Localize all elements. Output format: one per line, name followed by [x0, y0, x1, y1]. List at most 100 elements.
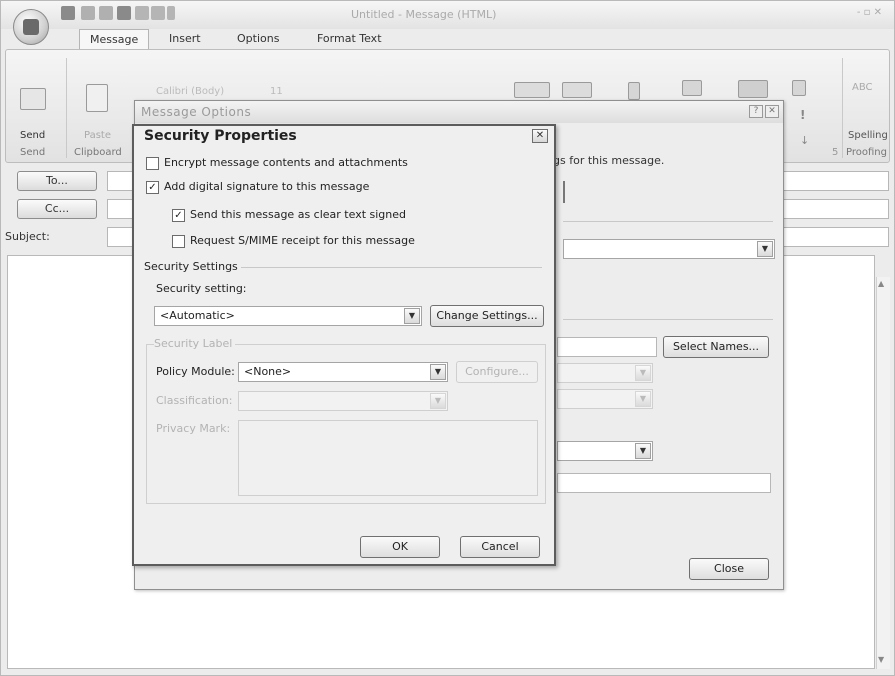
smime-receipt-checkbox-row[interactable]: Request S/MIME receipt for this message — [172, 234, 542, 250]
spelling-abc-icon[interactable]: ABC — [852, 82, 873, 93]
qat-customize-icon[interactable] — [167, 6, 175, 20]
clear-text-label: Send this message as clear text signed — [190, 208, 406, 221]
encrypt-label: Encrypt message contents and attachments — [164, 156, 408, 169]
group-proofing-label: Proofing — [846, 147, 887, 158]
encrypt-checkbox-row[interactable]: Encrypt message contents and attachments — [146, 156, 546, 172]
save-sent-combo: ▼ — [557, 363, 653, 383]
security-setting-label: Security setting: — [156, 282, 247, 295]
options-launcher-icon[interactable]: 5 — [832, 147, 838, 158]
security-label-group-label: Security Label — [154, 337, 236, 350]
help-icon[interactable]: ? — [749, 105, 763, 118]
ribbon-tabs: Message Insert Options Format Text — [1, 29, 894, 49]
message-options-titlebar: Message Options ? ✕ — [135, 101, 783, 123]
font-name-combo[interactable]: Calibri (Body) — [156, 86, 224, 97]
paste-button[interactable]: Paste — [84, 130, 111, 141]
window-titlebar: Untitled - Message (HTML) - ▫ ✕ — [1, 1, 894, 29]
security-setting-combo[interactable]: <Automatic> ▼ — [154, 306, 422, 326]
smime-receipt-label: Request S/MIME receipt for this message — [190, 234, 415, 247]
follow-up-icon[interactable] — [792, 80, 806, 96]
previous-item-icon[interactable] — [135, 6, 149, 20]
security-properties-dialog: Security Properties ✕ Encrypt message co… — [132, 124, 556, 566]
scroll-up-icon[interactable]: ▲ — [878, 279, 884, 288]
attach-item-icon[interactable] — [682, 80, 702, 96]
security-setting-value: <Automatic> — [160, 309, 235, 322]
tab-insert[interactable]: Insert — [159, 29, 211, 49]
ribbon-separator — [842, 58, 843, 158]
smime-receipt-checkbox[interactable] — [172, 235, 185, 248]
tab-message[interactable]: Message — [79, 29, 150, 49]
separator — [563, 319, 773, 320]
security-properties-title: Security Properties — [144, 128, 297, 144]
undo-icon[interactable] — [81, 6, 95, 20]
content-type-combo[interactable]: ▼ — [557, 441, 653, 461]
check-names-icon[interactable] — [562, 82, 592, 98]
chevron-down-icon: ▼ — [635, 365, 651, 381]
security-settings-group-label: Security Settings — [144, 260, 241, 273]
select-names-button[interactable]: Select Names... — [663, 336, 769, 358]
low-importance-icon[interactable]: ↓ — [800, 134, 809, 147]
change-settings-button[interactable]: Change Settings... — [430, 305, 544, 327]
high-importance-icon[interactable]: ! — [800, 108, 805, 122]
office-logo-icon — [23, 19, 39, 35]
address-book-icon[interactable] — [514, 82, 550, 98]
ok-button[interactable]: OK — [360, 536, 440, 558]
message-options-title: Message Options — [141, 105, 252, 119]
tab-options[interactable]: Options — [227, 29, 289, 49]
delivery-date-combo: ▼ — [557, 389, 653, 409]
send-button[interactable]: Send — [20, 130, 45, 141]
chevron-down-icon: ▼ — [757, 241, 773, 257]
send-icon[interactable] — [20, 88, 46, 110]
security-settings-separator — [234, 267, 542, 268]
font-size-combo[interactable]: 11 — [270, 86, 283, 97]
subject-label: Subject: — [5, 230, 50, 243]
policy-module-combo[interactable]: <None> ▼ — [238, 362, 448, 382]
close-icon[interactable]: ✕ — [532, 129, 548, 143]
chevron-down-icon: ▼ — [430, 364, 446, 380]
chevron-down-icon: ▼ — [404, 308, 420, 324]
security-settings-text: gs for this message. — [553, 154, 665, 167]
policy-module-label: Policy Module: — [156, 365, 235, 378]
redo-icon[interactable] — [99, 6, 113, 20]
paste-icon[interactable] — [86, 84, 108, 112]
office-button[interactable] — [13, 9, 49, 45]
body-scrollbar[interactable]: ▲ ▼ — [876, 277, 890, 669]
separator — [563, 221, 773, 222]
contacts-field[interactable] — [557, 473, 771, 493]
privacy-mark-label: Privacy Mark: — [156, 422, 231, 435]
group-send-label: Send — [20, 147, 46, 158]
next-item-icon[interactable] — [151, 6, 165, 20]
tab-format-text[interactable]: Format Text — [307, 29, 392, 49]
close-icon[interactable]: ✕ — [765, 105, 779, 118]
close-button[interactable]: Close — [689, 558, 769, 580]
settings-button-edge[interactable] — [563, 181, 565, 203]
save-icon[interactable] — [61, 6, 75, 20]
cc-button[interactable]: Cc... — [17, 199, 97, 219]
classification-label: Classification: — [156, 394, 233, 407]
reply-to-field[interactable] — [557, 337, 657, 357]
clear-text-checkbox[interactable]: ✓ — [172, 209, 185, 222]
print-icon[interactable] — [117, 6, 131, 20]
scroll-down-icon[interactable]: ▼ — [878, 655, 884, 664]
chevron-down-icon: ▼ — [635, 391, 651, 407]
ribbon-separator — [66, 58, 67, 158]
security-properties-titlebar: Security Properties ✕ — [134, 126, 554, 148]
attach-file-icon[interactable] — [628, 82, 640, 100]
chevron-down-icon: ▼ — [430, 393, 446, 409]
spelling-button[interactable]: Spelling — [848, 130, 888, 141]
signature-checkbox-row[interactable]: ✓ Add digital signature to this message — [146, 180, 546, 196]
cancel-button[interactable]: Cancel — [460, 536, 540, 558]
signature-icon[interactable] — [738, 80, 768, 98]
clear-text-checkbox-row[interactable]: ✓ Send this message as clear text signed — [172, 208, 542, 224]
group-clipboard-label: Clipboard — [74, 147, 122, 158]
encrypt-checkbox[interactable] — [146, 157, 159, 170]
configure-button: Configure... — [456, 361, 538, 383]
voting-combo[interactable]: ▼ — [563, 239, 775, 259]
privacy-mark-field — [238, 420, 538, 496]
to-button[interactable]: To... — [17, 171, 97, 191]
signature-checkbox[interactable]: ✓ — [146, 181, 159, 194]
chevron-down-icon: ▼ — [635, 443, 651, 459]
window-title: Untitled - Message (HTML) — [351, 8, 497, 21]
window-controls[interactable]: - ▫ ✕ — [857, 7, 882, 18]
classification-combo: ▼ — [238, 391, 448, 411]
signature-label: Add digital signature to this message — [164, 180, 370, 193]
